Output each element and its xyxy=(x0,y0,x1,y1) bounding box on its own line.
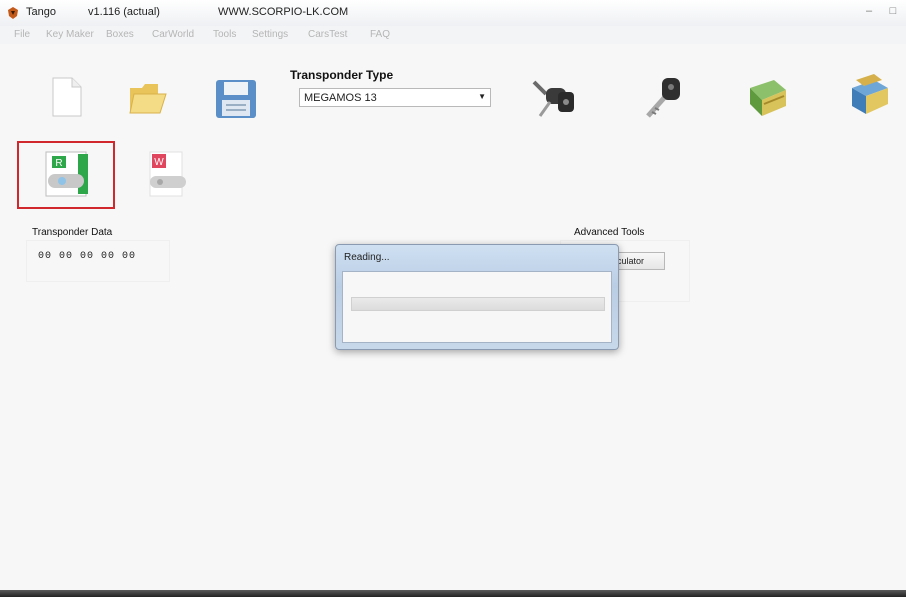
key-icon[interactable] xyxy=(640,74,686,120)
app-url: WWW.SCORPIO-LK.COM xyxy=(218,6,349,18)
transponder-data-label: Transponder Data xyxy=(32,227,113,238)
minimize-button[interactable]: – xyxy=(858,0,880,22)
title-bar: Tango v1.116 (actual) WWW.SCORPIO-LK.COM… xyxy=(0,0,906,26)
transponder-type-value: MEGAMOS 13 xyxy=(304,92,377,104)
svg-text:W: W xyxy=(154,157,164,168)
key-remote-icon[interactable] xyxy=(530,74,578,120)
main-window: Tango v1.116 (actual) WWW.SCORPIO-LK.COM… xyxy=(0,0,906,590)
app-name: Tango xyxy=(26,6,56,18)
books-icon[interactable] xyxy=(848,74,894,120)
menu-tools[interactable]: Tools xyxy=(213,29,236,40)
menu-boxes[interactable]: Boxes xyxy=(106,29,134,40)
menu-key-maker[interactable]: Key Maker xyxy=(46,29,94,40)
transponder-type-select[interactable]: MEGAMOS 13 ▼ xyxy=(299,88,491,107)
menu-faq[interactable]: FAQ xyxy=(370,29,390,40)
app-version: v1.116 (actual) xyxy=(88,6,160,18)
read-transponder-icon[interactable]: R xyxy=(42,150,94,198)
book-icon[interactable] xyxy=(744,76,790,120)
open-folder-icon[interactable] xyxy=(128,80,168,116)
reading-dialog-body xyxy=(342,271,612,343)
menu-file[interactable]: File xyxy=(14,29,30,40)
menu-bar: File Key Maker Boxes CarWorld Tools Sett… xyxy=(0,26,906,44)
write-transponder-icon[interactable]: W xyxy=(146,150,190,198)
transponder-data-bytes: 00 00 00 00 00 xyxy=(38,251,137,262)
menu-settings[interactable]: Settings xyxy=(252,29,288,40)
save-disk-icon[interactable] xyxy=(214,78,258,120)
advanced-tools-label: Advanced Tools xyxy=(574,227,645,238)
dropdown-arrow-icon: ▼ xyxy=(478,92,486,101)
maximize-button[interactable]: □ xyxy=(882,0,904,22)
menu-carworld[interactable]: CarWorld xyxy=(152,29,194,40)
transponder-type-label: Transponder Type xyxy=(290,68,394,82)
app-logo-icon xyxy=(8,7,18,19)
menu-carstest[interactable]: CarsTest xyxy=(308,29,347,40)
svg-text:R: R xyxy=(55,158,62,169)
reading-dialog: Reading... xyxy=(335,244,619,350)
reading-progress-bar xyxy=(351,297,605,311)
calculator-button-label: lculator xyxy=(614,256,644,266)
reading-dialog-title: Reading... xyxy=(344,252,390,263)
taskbar xyxy=(0,590,906,597)
new-file-icon[interactable] xyxy=(50,76,84,118)
